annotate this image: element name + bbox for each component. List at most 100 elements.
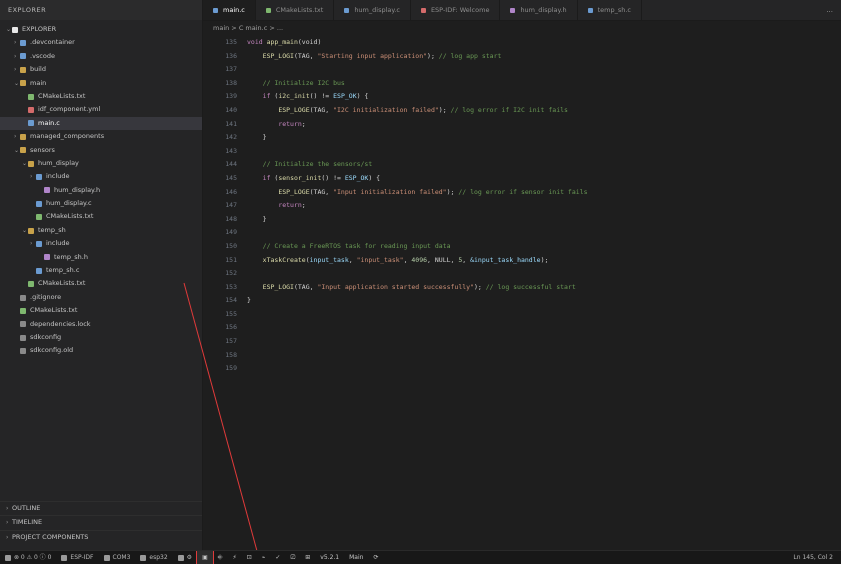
code-token: &input_task_handle [470,255,541,264]
code-token: ; [301,119,306,128]
code-line[interactable]: ESP_LOGE(TAG, "Input initialization fail… [247,186,841,200]
status-chip[interactable]: esp32 [135,551,172,564]
code-area[interactable]: void app_main(void) ESP_LOGI(TAG, "Start… [247,36,841,321]
tree-item[interactable]: ⌄ EXPLORER [0,23,202,36]
file-icon [44,254,50,261]
line-number: 145 [225,173,237,182]
branch-label[interactable]: Main [344,551,368,564]
code-line[interactable]: xTaskCreate(input_task, "input_task", 40… [247,254,841,268]
build-button[interactable]: ⎆ [213,551,228,564]
tree-item[interactable]: main.c [0,116,202,131]
tree-item-label: .gitignore [30,292,62,301]
monitor-button[interactable]: ⊡ [242,551,257,564]
code-line[interactable]: } [247,131,841,145]
sidebar-section-timeline[interactable]: › TIMELINE [0,515,202,529]
code-editor[interactable]: 135 136 137 138 139 140 141 142 143 144 145 146 147 1… [203,36,841,546]
idf-version-label[interactable]: v5.2.1 [315,551,344,564]
flash-button[interactable]: ⚡ [228,551,242,564]
code-token: app_main [266,38,298,46]
tree-item[interactable]: › .vscode [0,50,202,63]
more-actions-icon[interactable]: ... [818,0,841,20]
code-line[interactable]: // Initialize I2C bus [247,77,841,91]
tree-item[interactable]: ⌄ sensors [0,144,202,157]
section-label: TIMELINE [12,518,43,527]
tab-hum-display-c[interactable]: hum_display.c [334,0,411,20]
tab-cmakelists-txt[interactable]: CMakeLists.txt [256,0,335,20]
tree-item[interactable]: › managed_components [0,130,202,143]
code-line[interactable] [247,226,841,240]
code-line[interactable]: void app_main(void) [247,36,841,50]
tree-item[interactable]: ⌄ temp_sh [0,224,202,237]
tree-item[interactable]: › .devcontainer [0,36,202,49]
menuconfig-button[interactable]: ⌁ [257,551,271,564]
sync-button[interactable]: ⟳ [368,551,383,564]
size-button[interactable]: ⊞ [300,551,315,564]
status-esp-idf[interactable]: ESP-IDF [56,551,98,564]
tree-item[interactable]: › include [0,170,202,183]
line-number: 146 [225,187,237,196]
line-number: 159 [225,364,237,373]
tree-item[interactable]: CMakeLists.txt [0,210,202,223]
status-port[interactable]: COM3 [99,551,136,564]
line-number: 151 [225,255,237,264]
cursor-position[interactable]: Ln 145, Col 2 [788,551,841,564]
code-token: ); [438,105,451,114]
tab-esp-idf-welcome[interactable]: ESP-IDF: Welcome [411,0,501,20]
tree-item[interactable]: ⌄ hum_display [0,157,202,170]
sidebar-section-project-components[interactable]: › PROJECT COMPONENTS [0,529,202,544]
tree-item[interactable]: hum_display.c [0,197,202,210]
line-number: 144 [225,160,237,169]
code-token: ESP_LOGE [278,187,310,196]
code-line[interactable] [247,63,841,77]
line-number: 149 [225,228,237,237]
code-line[interactable]: // Create a FreeRTOS task for reading in… [247,240,841,254]
tree-item[interactable]: sdkconfig.old [0,344,202,357]
code-line[interactable] [247,308,841,322]
target-device-button[interactable]: ▣ [196,551,214,564]
tree-item[interactable]: idf_component.yml [0,103,202,116]
tab-main-c[interactable]: main.c [203,0,256,20]
code-line[interactable]: ESP_LOGE(TAG, "I2C initialization failed… [247,104,841,118]
file-icon [20,348,26,355]
code-line[interactable]: if (i2c_init() != ESP_OK) { [247,90,841,104]
code-line[interactable]: ESP_LOGI(TAG, "Starting input applicatio… [247,50,841,64]
build-flash-monitor-button[interactable]: ✓ [270,551,285,564]
code-token: , NULL, [427,255,459,264]
code-line[interactable]: } [247,294,841,308]
code-line[interactable]: return; [247,199,841,213]
breadcrumb[interactable]: main > C main.c > ... [213,22,283,34]
clean-button[interactable]: ⎚ [285,551,300,564]
tree-item[interactable]: hum_display.h [0,184,202,197]
tree-item[interactable]: ⌄ main [0,77,202,90]
tab-temp-sh-c[interactable]: temp_sh.c [578,0,643,20]
code-line[interactable]: } [247,213,841,227]
tree-item[interactable]: temp_sh.h [0,251,202,264]
code-line[interactable]: // Initialize the sensors/st [247,158,841,172]
code-token: (TAG, [293,282,318,291]
tree-item[interactable]: CMakeLists.txt [0,277,202,290]
status-settings[interactable]: ⚙ [173,551,197,564]
code-line[interactable]: ESP_LOGI(TAG, "Input application started… [247,281,841,295]
line-number: 135 [225,38,237,46]
file-icon [20,133,26,140]
section-label: OUTLINE [12,503,41,512]
tab-label: CMakeLists.txt [275,6,324,14]
code-line[interactable]: return; [247,118,841,132]
sidebar-section-outline[interactable]: › OUTLINE [0,500,202,515]
tree-item[interactable]: CMakeLists.txt [0,90,202,103]
file-icon [28,160,34,167]
code-line[interactable]: if (sensor_init() != ESP_OK) { [247,172,841,186]
tree-item[interactable]: .gitignore [0,291,202,304]
tree-item[interactable]: CMakeLists.txt [0,304,202,317]
code-line[interactable] [247,267,841,281]
tree-item[interactable]: sdkconfig [0,331,202,344]
tree-item[interactable]: › build [0,63,202,76]
tab-hum-display-h[interactable]: hum_display.h [500,0,578,20]
tree-item[interactable]: temp_sh.c [0,264,202,277]
tree-item[interactable]: › include [0,237,202,250]
status-problems[interactable]: ⊗ 0 ⚠ 0 ⓘ 0 [0,551,56,564]
code-line[interactable] [247,145,841,159]
file-icon [36,173,42,180]
tree-item[interactable]: dependencies.lock [0,318,202,331]
